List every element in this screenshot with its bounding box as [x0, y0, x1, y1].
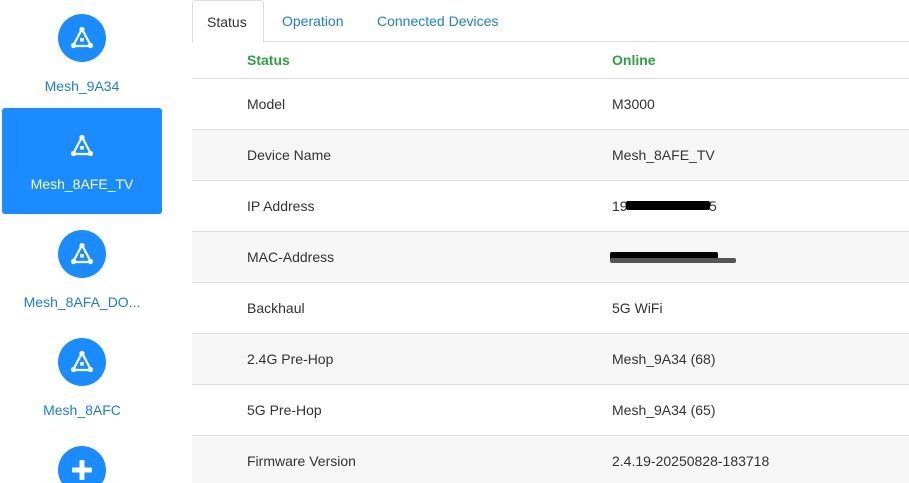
redaction-mark [626, 201, 710, 210]
node-label: Mesh_9A34 [44, 78, 120, 94]
row-value: Mesh_9A34 (65) [612, 402, 716, 418]
row-key: Backhaul [247, 300, 305, 316]
row-value: 5G WiFi [612, 300, 663, 316]
mesh-node-sidebar: Mesh_9A34 Mesh_8AFE_TV Mesh_8AFA_DO... M… [0, 0, 164, 483]
node-mesh-8afc[interactable]: Mesh_8AFC [2, 338, 162, 418]
table-row: IP Address 19 5 [192, 181, 909, 232]
status-table: Status Online Model M3000 Device Name Me… [192, 42, 909, 483]
status-header-label: Status [247, 52, 290, 68]
row-value: Mesh_8AFE_TV [612, 147, 715, 163]
tab-connected-devices[interactable]: Connected Devices [363, 0, 512, 42]
table-row: 5G Pre-Hop Mesh_9A34 (65) [192, 385, 909, 436]
node-mesh-8afe-tv[interactable]: Mesh_8AFE_TV [2, 108, 162, 214]
node-mesh-9a34[interactable]: Mesh_9A34 [2, 14, 162, 94]
mesh-node-icon [58, 230, 106, 278]
plus-icon [58, 446, 106, 483]
mesh-node-icon [58, 14, 106, 62]
mesh-node-icon [58, 338, 106, 386]
device-detail-panel: Status Operation Connected Devices Statu… [192, 0, 909, 483]
add-node-button[interactable] [2, 446, 162, 483]
row-value: Mesh_9A34 (68) [612, 351, 716, 367]
row-key: 5G Pre-Hop [247, 402, 322, 418]
table-row: MAC-Address [192, 232, 909, 283]
row-key: MAC-Address [247, 249, 335, 265]
table-header-row: Status Online [192, 42, 909, 79]
redaction-mark [610, 258, 736, 263]
row-key: Firmware Version [247, 453, 356, 469]
row-key: Model [247, 96, 286, 112]
node-mesh-8afa-do[interactable]: Mesh_8AFA_DO... [2, 230, 162, 310]
row-key: 2.4G Pre-Hop [247, 351, 334, 367]
ip-address-suffix: 5 [709, 198, 717, 214]
node-label: Mesh_8AFE_TV [30, 176, 134, 192]
row-key: IP Address [247, 198, 315, 214]
status-value-online: Online [612, 52, 656, 68]
tab-bar: Status Operation Connected Devices [192, 0, 909, 43]
mesh-node-icon [66, 130, 98, 162]
table-row: Device Name Mesh_8AFE_TV [192, 130, 909, 181]
row-value: M3000 [612, 96, 655, 112]
node-label: Mesh_8AFC [43, 402, 121, 418]
row-key: Device Name [247, 147, 332, 163]
table-row: Firmware Version 2.4.19-20250828-183718 [192, 436, 909, 483]
tab-status[interactable]: Status [192, 0, 264, 43]
tab-operation[interactable]: Operation [268, 0, 357, 42]
table-row: Backhaul 5G WiFi [192, 283, 909, 334]
node-label: Mesh_8AFA_DO... [23, 294, 141, 310]
table-row: Model M3000 [192, 79, 909, 130]
table-row: 2.4G Pre-Hop Mesh_9A34 (68) [192, 334, 909, 385]
row-value: 2.4.19-20250828-183718 [612, 453, 770, 469]
